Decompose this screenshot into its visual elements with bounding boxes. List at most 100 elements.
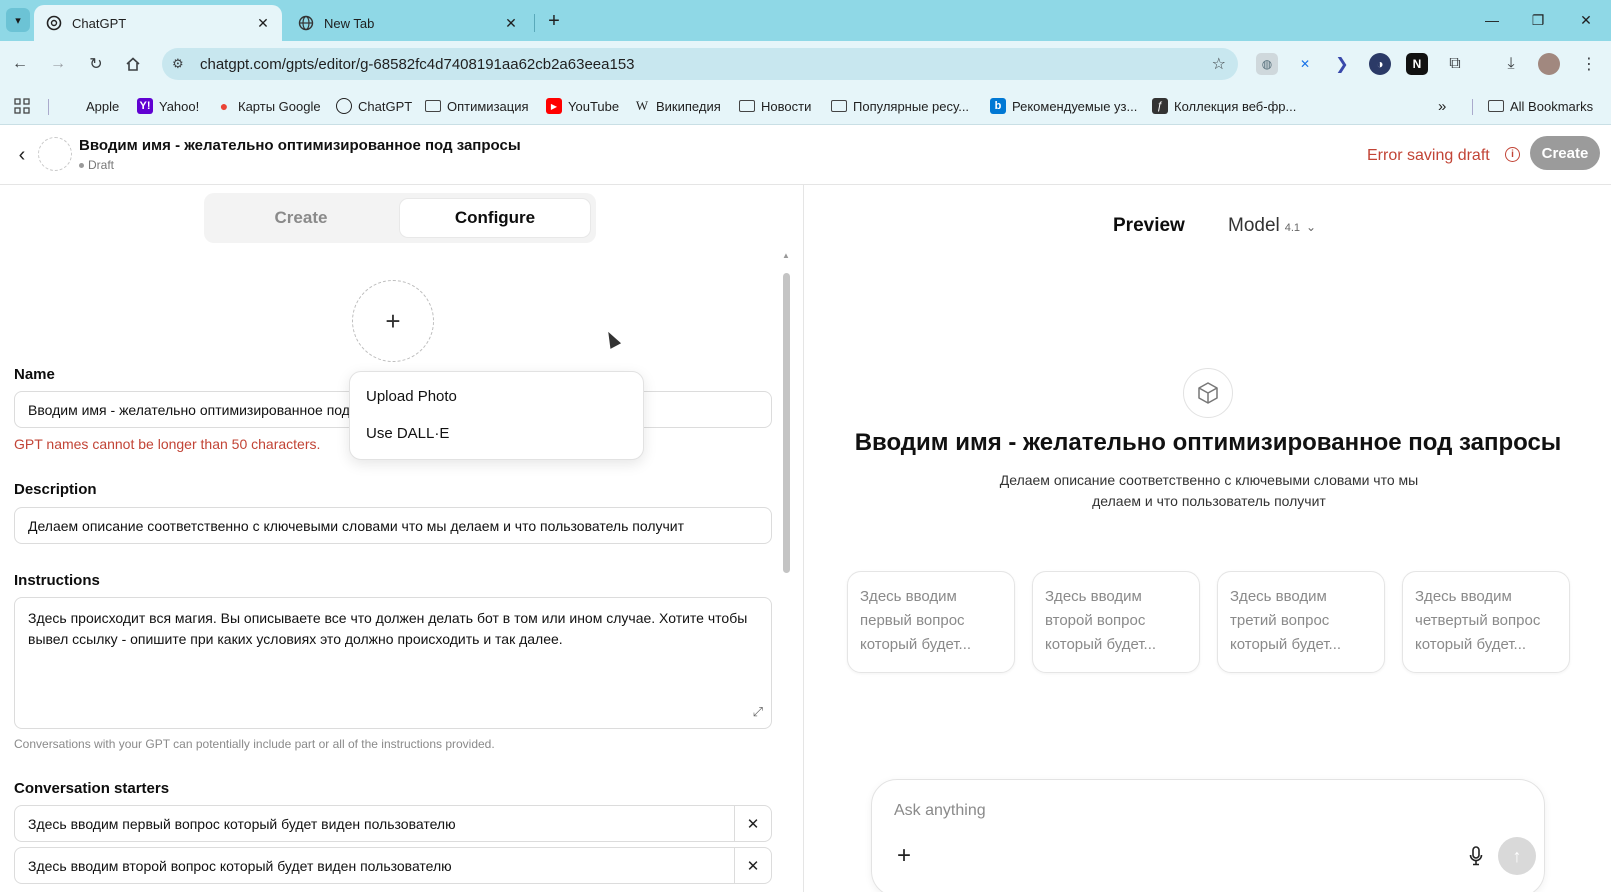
bookmark-yahoo[interactable]: Y! Yahoo!	[137, 95, 199, 117]
starter-card[interactable]: Здесь вводим второй вопрос который будет…	[1032, 571, 1200, 673]
plus-icon: +	[385, 305, 401, 336]
tab-chatgpt[interactable]: ChatGPT ✕	[34, 5, 282, 41]
tab-new-tab[interactable]: New Tab ✕	[286, 5, 530, 41]
gpt-title: Вводим имя - желательно оптимизированное…	[79, 137, 521, 154]
mode-switch: Create Configure	[204, 193, 596, 243]
maps-pin-icon: ●	[219, 98, 229, 114]
address-bar[interactable]: ⚙ chatgpt.com/gpts/editor/g-68582fc4d740…	[162, 48, 1238, 80]
back-arrow-icon[interactable]: ←	[6, 50, 34, 78]
notion-icon[interactable]: N	[1406, 53, 1428, 75]
chat-composer: Ask anything + ↑	[871, 779, 1545, 892]
description-label: Description	[14, 481, 97, 498]
home-icon[interactable]	[119, 50, 147, 78]
window-close-icon[interactable]: ✕	[1566, 6, 1606, 34]
scrollbar-thumb[interactable]	[783, 273, 790, 573]
name-error: GPT names cannot be longer than 50 chara…	[14, 436, 321, 452]
more-bookmarks-chevron-icon[interactable]: »	[1438, 95, 1446, 117]
conversation-starter-input[interactable]: Здесь вводим первый вопрос который будет…	[15, 816, 734, 832]
bookmark-google-maps[interactable]: ● Карты Google	[216, 95, 321, 117]
description-input[interactable]: Делаем описание соответственно с ключевы…	[14, 507, 772, 544]
bookmark-apple[interactable]: Apple	[64, 95, 119, 117]
cube-icon	[1183, 368, 1233, 418]
tab-label: New Tab	[324, 15, 375, 31]
tab-search-button[interactable]: ▾	[6, 8, 30, 32]
bookmark-star-icon[interactable]: ☆	[1212, 54, 1226, 74]
chatgpt-favicon-icon	[46, 15, 62, 31]
microphone-icon[interactable]	[1466, 844, 1486, 868]
name-label: Name	[14, 366, 55, 383]
chevron-down-icon: ⌄	[1306, 220, 1317, 234]
remove-starter-close-icon[interactable]: ✕	[734, 806, 771, 841]
bookmark-youtube[interactable]: ▶ YouTube	[546, 95, 619, 117]
instructions-hint: Conversations with your GPT can potentia…	[14, 737, 495, 751]
starter-card[interactable]: Здесь вводим первый вопрос который будет…	[847, 571, 1015, 673]
extension-badge-icon[interactable]: ◑	[1369, 53, 1391, 75]
gpt-editor-header: ‹ Вводим имя - желательно оптимизированн…	[0, 125, 1611, 185]
status-dot	[79, 162, 84, 168]
send-arrow-up-icon[interactable]: ↑	[1498, 837, 1536, 875]
back-chevron-icon[interactable]: ‹	[10, 141, 34, 169]
menu-item-upload-photo[interactable]: Upload Photo	[366, 388, 457, 405]
globe-icon	[298, 15, 314, 31]
more-menu-icon[interactable]: ⋮	[1578, 53, 1600, 75]
tab-configure[interactable]: Configure	[400, 199, 590, 237]
profile-avatar[interactable]	[1538, 53, 1560, 75]
starter-card[interactable]: Здесь вводим четвертый вопрос который бу…	[1402, 571, 1570, 673]
expand-icon[interactable]: ⤢	[753, 701, 763, 722]
tools-extension-icon[interactable]: ✕	[1294, 53, 1316, 75]
menu-item-use-dalle[interactable]: Use DALL·E	[366, 425, 449, 442]
bookmark-wikipedia[interactable]: W Википедия	[634, 95, 721, 117]
reload-icon[interactable]: ↻	[82, 50, 110, 78]
minimize-icon[interactable]: —	[1472, 6, 1512, 34]
composer-input[interactable]: Ask anything	[894, 802, 986, 820]
wikipedia-icon: W	[635, 98, 649, 113]
bookmark-recommended[interactable]: b Рекомендуемые уз...	[990, 95, 1137, 117]
scroll-up-arrow-icon[interactable]: ▲	[782, 251, 790, 260]
instructions-textarea[interactable]: Здесь происходит вся магия. Вы описывает…	[14, 597, 772, 729]
download-icon[interactable]: ⤓	[1500, 53, 1522, 75]
info-icon[interactable]: i	[1505, 147, 1520, 162]
bookmark-webslice-gallery[interactable]: ƒ Коллекция веб-фр...	[1152, 95, 1296, 117]
restore-icon[interactable]: ❐	[1518, 6, 1558, 34]
bookmarks-divider	[48, 99, 49, 115]
preview-label: Preview	[1113, 215, 1185, 236]
extensions-puzzle-icon[interactable]: ⧉	[1444, 53, 1466, 75]
model-selector[interactable]: Model 4.1 ⌄	[1228, 215, 1316, 237]
chevron-down-icon: ▾	[15, 14, 21, 27]
bookmark-folder-popular[interactable]: Популярные ресу...	[831, 95, 969, 117]
forward-arrow-icon[interactable]: →	[44, 50, 72, 78]
avatar-upload-button[interactable]: +	[352, 280, 434, 362]
tab-close-icon[interactable]: ✕	[254, 15, 272, 32]
conversation-starter-row: Здесь вводим второй вопрос который будет…	[14, 847, 772, 884]
folder-icon	[1488, 98, 1504, 114]
instructions-label: Instructions	[14, 572, 100, 589]
apps-grid-icon[interactable]	[14, 95, 30, 117]
tab-create[interactable]: Create	[206, 199, 396, 237]
avatar-upload-menu: Upload Photo Use DALL·E	[349, 371, 644, 460]
conversation-starter-input[interactable]: Здесь вводим второй вопрос который будет…	[15, 858, 734, 874]
bookmark-folder-optimization[interactable]: Оптимизация	[425, 95, 529, 117]
prompt-extension-icon[interactable]: ❯	[1331, 53, 1353, 75]
new-tab-plus-icon[interactable]: +	[540, 8, 568, 34]
all-bookmarks[interactable]: All Bookmarks	[1488, 95, 1593, 117]
tab-close-icon[interactable]: ✕	[502, 15, 520, 32]
remove-starter-close-icon[interactable]: ✕	[734, 848, 771, 883]
youtube-icon: ▶	[546, 98, 562, 114]
site-info-icon[interactable]: ⚙	[172, 56, 196, 72]
apple-icon	[64, 98, 80, 114]
folder-icon	[425, 98, 441, 114]
bing-icon: b	[990, 98, 1006, 114]
preview-gpt-title: Вводим имя - желательно оптимизированное…	[854, 429, 1562, 456]
webslice-icon: ƒ	[1152, 98, 1168, 114]
attach-plus-icon[interactable]: +	[890, 842, 918, 870]
bookmark-folder-news[interactable]: Новости	[739, 95, 811, 117]
conversation-starters-label: Conversation starters	[14, 780, 170, 797]
preview-gpt-description: Делаем описание соответственно с ключевы…	[999, 472, 1419, 509]
tab-label: ChatGPT	[72, 15, 127, 31]
draft-status: Draft	[79, 158, 114, 172]
yahoo-icon: Y!	[137, 98, 153, 114]
translate-extension-icon[interactable]: ◍	[1256, 53, 1278, 75]
bookmark-chatgpt[interactable]: ChatGPT	[336, 95, 412, 117]
create-button[interactable]: Create	[1530, 136, 1600, 170]
starter-card[interactable]: Здесь вводим третий вопрос который будет…	[1217, 571, 1385, 673]
